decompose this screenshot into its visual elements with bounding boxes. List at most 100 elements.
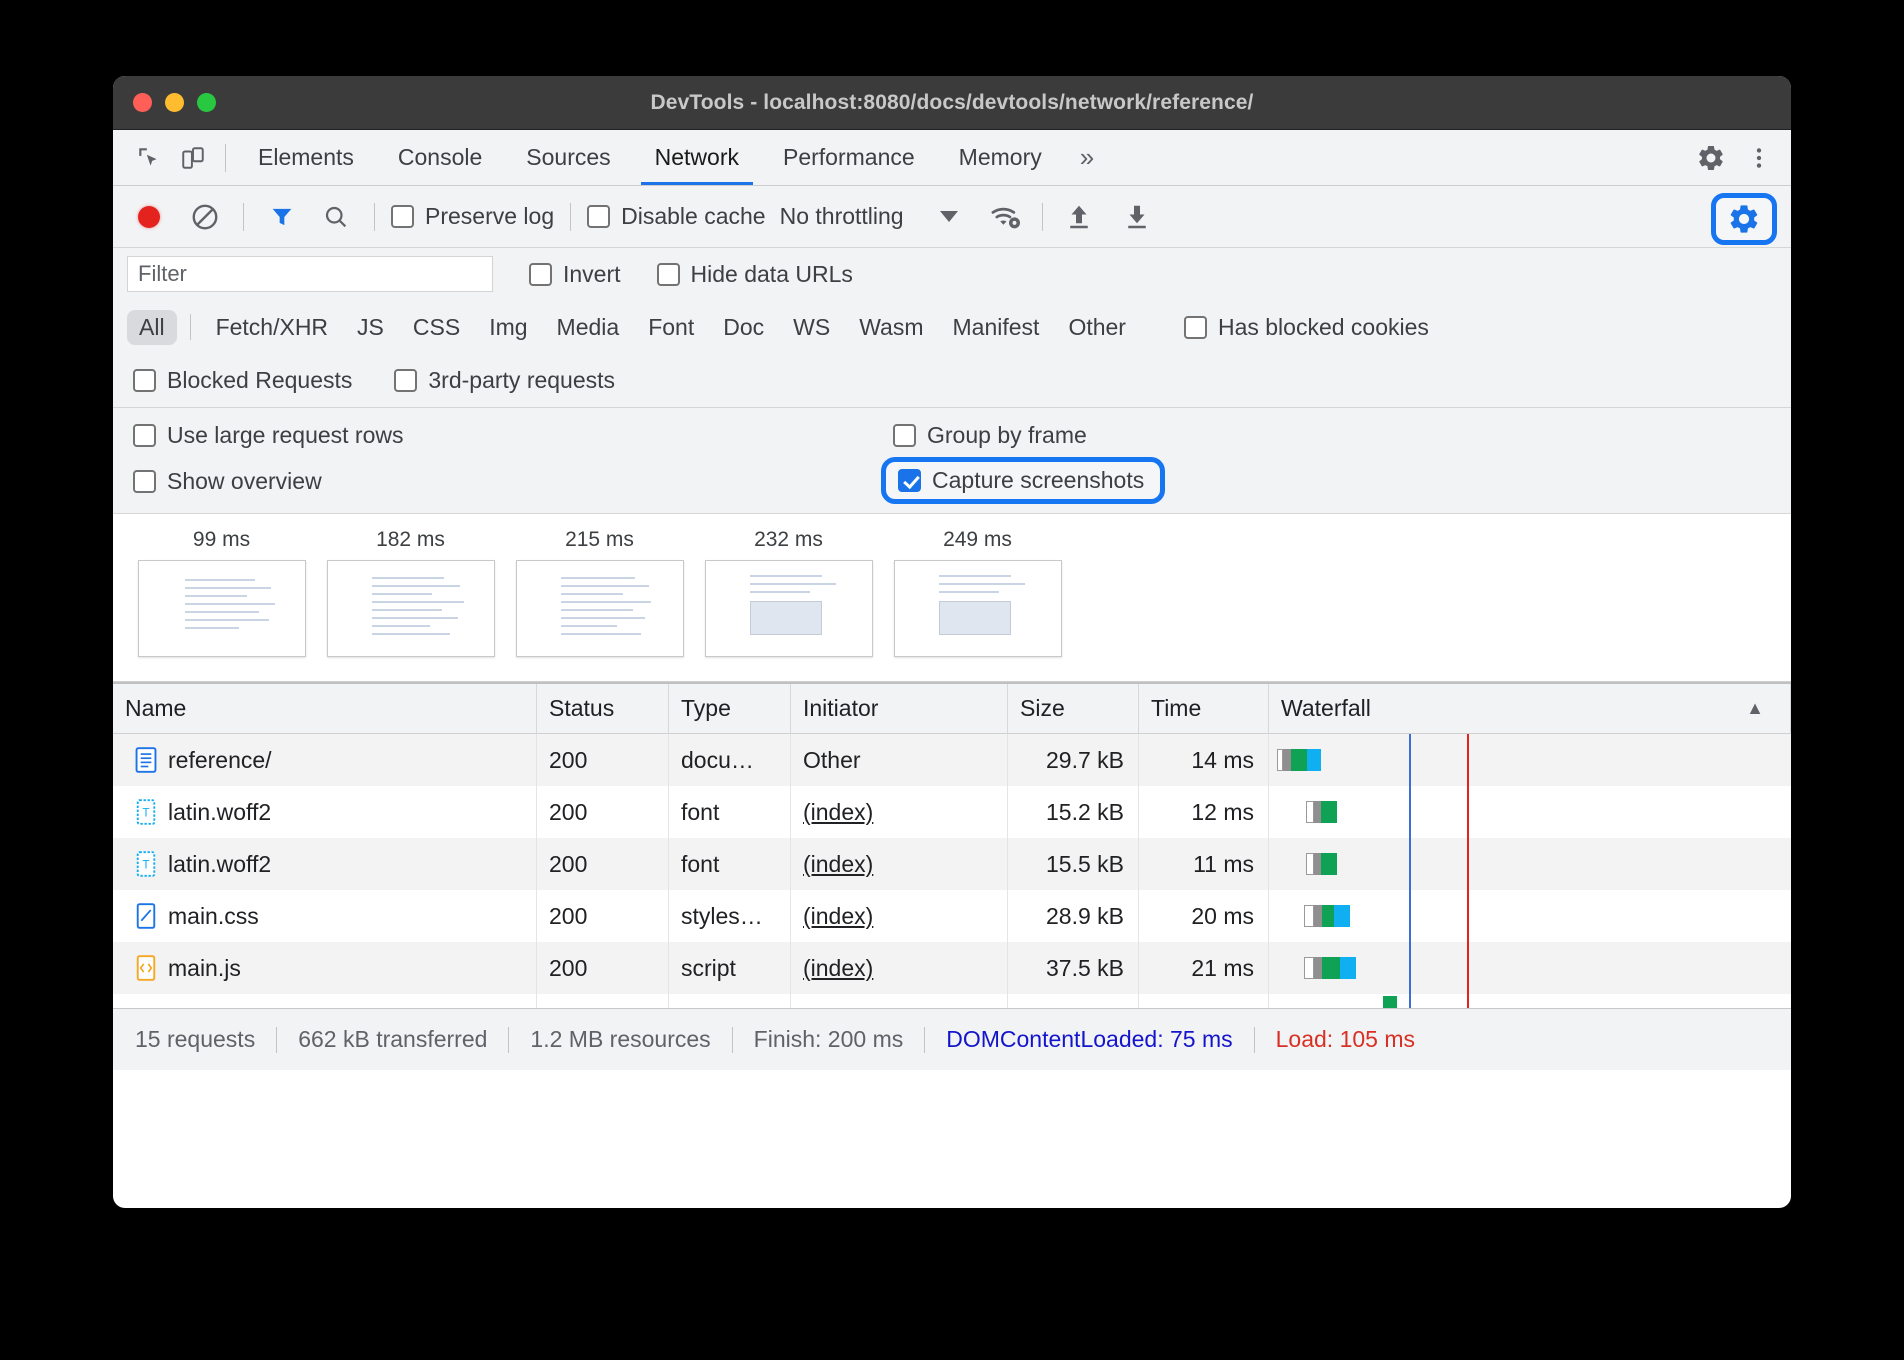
type-filter-fetch-xhr[interactable]: Fetch/XHR [204, 310, 340, 345]
clear-icon[interactable] [183, 197, 227, 237]
request-name-cell[interactable] [113, 994, 537, 1008]
wifi-gear-icon[interactable] [984, 197, 1028, 237]
type-filter-all[interactable]: All [127, 310, 177, 345]
maximize-window-button[interactable] [197, 93, 216, 112]
group-by-frame-box[interactable] [893, 424, 916, 447]
download-arrow-icon[interactable] [1115, 197, 1159, 237]
show-overview-box[interactable] [133, 470, 156, 493]
stylesheet-file-icon [135, 903, 157, 929]
initiator-link[interactable]: (index) [803, 799, 873, 826]
type-filter-ws[interactable]: WS [781, 310, 842, 345]
record-button-icon[interactable] [127, 197, 171, 237]
request-time [1139, 994, 1269, 1008]
capture-screenshots-checkbox[interactable]: Capture screenshots [881, 457, 1165, 504]
request-name: latin.woff2 [168, 799, 271, 826]
has-blocked-cookies-box[interactable] [1184, 316, 1207, 339]
request-initiator[interactable]: (index) [791, 890, 1008, 942]
tab-network[interactable]: Network [633, 130, 761, 185]
column-header-name[interactable]: Name [113, 684, 537, 733]
type-filter-other[interactable]: Other [1056, 310, 1138, 345]
type-filter-media[interactable]: Media [545, 310, 632, 345]
hide-data-urls-checkbox[interactable]: Hide data URLs [657, 261, 853, 288]
gear-icon[interactable] [1689, 136, 1733, 180]
group-by-frame-checkbox[interactable]: Group by frame [893, 422, 1791, 449]
preserve-log-box[interactable] [391, 205, 414, 228]
font-file-icon: T [135, 851, 157, 877]
type-filter-font[interactable]: Font [636, 310, 706, 345]
blocked-requests-box[interactable] [133, 369, 156, 392]
tab-memory[interactable]: Memory [937, 130, 1064, 185]
use-large-request-rows-checkbox[interactable]: Use large request rows [133, 422, 893, 449]
upload-arrow-icon[interactable] [1057, 197, 1101, 237]
tab-elements[interactable]: Elements [236, 130, 376, 185]
more-tabs-button[interactable]: » [1064, 142, 1110, 173]
type-filter-css[interactable]: CSS [401, 310, 472, 345]
filmstrip-thumbnail[interactable] [705, 560, 873, 657]
initiator-link[interactable]: (index) [803, 903, 873, 930]
column-header-time[interactable]: Time [1139, 684, 1269, 733]
device-toolbar-icon[interactable] [171, 138, 215, 178]
type-filter-wasm[interactable]: Wasm [847, 310, 935, 345]
column-header-initiator[interactable]: Initiator [791, 684, 1008, 733]
filmstrip-thumbnail[interactable] [327, 560, 495, 657]
request-initiator[interactable]: (index) [791, 786, 1008, 838]
minimize-window-button[interactable] [165, 93, 184, 112]
type-filter-manifest[interactable]: Manifest [941, 310, 1052, 345]
table-row[interactable] [113, 994, 1791, 1008]
table-row[interactable]: main.js 200 script (index) 37.5 kB 21 ms [113, 942, 1791, 994]
request-initiator[interactable]: (index) [791, 838, 1008, 890]
disable-cache-box[interactable] [587, 205, 610, 228]
invert-box[interactable] [529, 263, 552, 286]
window-controls[interactable] [133, 93, 216, 112]
filter-input[interactable] [127, 256, 493, 292]
filter-funnel-icon[interactable] [260, 197, 304, 237]
preserve-log-checkbox[interactable]: Preserve log [391, 203, 554, 230]
network-settings-gear-icon[interactable] [1711, 193, 1777, 245]
filmstrip-thumbnail[interactable] [138, 560, 306, 657]
column-header-waterfall[interactable]: Waterfall ▲ [1269, 684, 1791, 733]
table-row[interactable]: T latin.woff2 200 font (index) 15.5 kB 1… [113, 838, 1791, 890]
request-name-cell[interactable]: main.js [113, 942, 537, 994]
request-name-cell[interactable]: main.css [113, 890, 537, 942]
blocked-requests-checkbox[interactable]: Blocked Requests [133, 367, 352, 394]
use-large-request-rows-box[interactable] [133, 424, 156, 447]
third-party-requests-box[interactable] [394, 369, 417, 392]
chevron-down-icon[interactable] [940, 211, 958, 222]
filmstrip-thumbnail[interactable] [516, 560, 684, 657]
column-header-type[interactable]: Type [669, 684, 791, 733]
third-party-requests-checkbox[interactable]: 3rd-party requests [394, 367, 615, 394]
type-filter-doc[interactable]: Doc [711, 310, 776, 345]
request-waterfall [1269, 786, 1791, 838]
tab-performance[interactable]: Performance [761, 130, 937, 185]
invert-checkbox[interactable]: Invert [529, 261, 621, 288]
request-name: reference/ [168, 747, 272, 774]
table-row[interactable]: T latin.woff2 200 font (index) 15.2 kB 1… [113, 786, 1791, 838]
throttling-select[interactable]: No throttling [780, 203, 904, 230]
hide-data-urls-box[interactable] [657, 263, 680, 286]
request-name-cell[interactable]: reference/ [113, 734, 537, 786]
filmstrip-thumbnail[interactable] [894, 560, 1062, 657]
tab-sources[interactable]: Sources [504, 130, 632, 185]
kebab-menu-icon[interactable] [1737, 136, 1781, 180]
capture-screenshots-box[interactable] [898, 469, 921, 492]
inspect-element-icon[interactable] [127, 138, 171, 178]
show-overview-checkbox[interactable]: Show overview [133, 465, 893, 497]
disable-cache-checkbox[interactable]: Disable cache [587, 203, 765, 230]
initiator-link[interactable]: (index) [803, 851, 873, 878]
request-filters-row: Blocked Requests 3rd-party requests [113, 354, 1791, 408]
table-row[interactable]: main.css 200 styles… (index) 28.9 kB 20 … [113, 890, 1791, 942]
has-blocked-cookies-checkbox[interactable]: Has blocked cookies [1184, 314, 1429, 341]
column-header-size[interactable]: Size [1008, 684, 1139, 733]
request-initiator[interactable]: (index) [791, 942, 1008, 994]
request-name-cell[interactable]: T latin.woff2 [113, 838, 537, 890]
type-filter-js[interactable]: JS [345, 310, 396, 345]
initiator-link[interactable]: (index) [803, 955, 873, 982]
table-row[interactable]: reference/ 200 docu… Other 29.7 kB 14 ms [113, 734, 1791, 786]
type-filter-img[interactable]: Img [477, 310, 539, 345]
close-window-button[interactable] [133, 93, 152, 112]
search-icon[interactable] [314, 197, 358, 237]
tab-console[interactable]: Console [376, 130, 504, 185]
use-large-request-rows-label: Use large request rows [167, 422, 404, 449]
column-header-status[interactable]: Status [537, 684, 669, 733]
request-name-cell[interactable]: T latin.woff2 [113, 786, 537, 838]
